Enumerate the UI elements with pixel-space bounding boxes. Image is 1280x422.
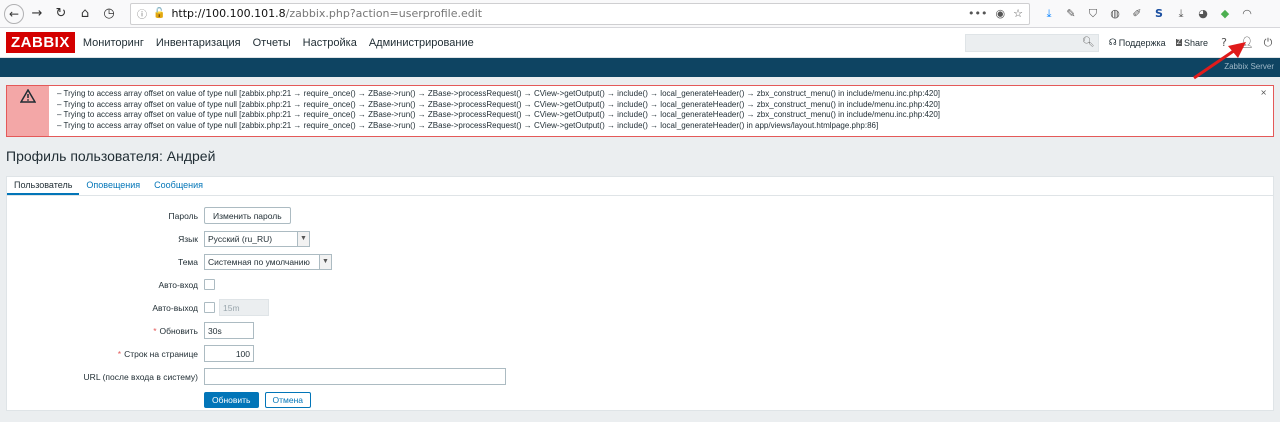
menu-administration[interactable]: Администрирование — [369, 37, 474, 49]
close-icon[interactable]: × — [1260, 88, 1267, 97]
search-input[interactable]: 🔍︎ — [964, 33, 1099, 52]
tools-icon[interactable]: ✎ — [1064, 7, 1078, 21]
required-mark: * — [153, 325, 157, 336]
refresh-label-text: Обновить — [159, 325, 199, 336]
refresh-row: * Обновить 30s — [7, 319, 1273, 342]
error-line: – Trying to access array offset on value… — [57, 89, 941, 98]
extension-s-icon[interactable]: S — [1152, 7, 1166, 21]
refresh-input[interactable]: 30s — [204, 322, 254, 339]
page-title: Профиль пользователя: Андрей — [6, 148, 216, 164]
language-row: Язык Русский (ru_RU) ▼ — [7, 227, 1273, 250]
tab-notifications[interactable]: Оповещения — [79, 177, 147, 195]
support-label: Поддержка — [1118, 37, 1166, 48]
save-icon[interactable]: ⤓ — [1174, 7, 1188, 21]
extension-green-icon[interactable]: ◆ — [1218, 7, 1232, 21]
form-buttons-row: Обновить Отмена — [7, 388, 1273, 411]
browser-toolbar: ← → ↻ ⌂ ◷ ⓘ 🔓 http://100.100.101.8 /zabb… — [0, 0, 1280, 28]
autologin-checkbox[interactable] — [204, 279, 215, 290]
language-select[interactable]: Русский (ru_RU) ▼ — [204, 230, 310, 247]
cancel-button[interactable]: Отмена — [264, 391, 311, 408]
menu-reports[interactable]: Отчеты — [253, 37, 291, 49]
page-actions-icon[interactable]: ••• — [968, 7, 987, 20]
change-password-button[interactable]: Изменить пароль — [204, 207, 291, 224]
back-icon[interactable]: ← — [4, 3, 24, 24]
forward-icon[interactable]: → — [26, 3, 48, 25]
logout-icon[interactable]: ⏻ — [1262, 36, 1274, 50]
update-button[interactable]: Обновить — [204, 391, 259, 408]
user-profile-form: Пользователь Оповещения Сообщения Пароль… — [6, 176, 1274, 411]
error-message: – Trying to access array offset on value… — [6, 85, 1274, 137]
menu-inventory[interactable]: Инвентаризация — [156, 37, 241, 49]
error-line: – Trying to access array offset on value… — [57, 120, 879, 130]
url-label: URL (после входа в систему) — [83, 371, 198, 382]
insecure-lock-icon[interactable]: 🔓 — [153, 8, 165, 19]
theme-label: Тема — [177, 256, 198, 267]
tab-user[interactable]: Пользователь — [7, 177, 80, 195]
language-label: Язык — [178, 233, 198, 244]
pen-icon[interactable]: ✐ — [1130, 7, 1144, 21]
reload-icon[interactable]: ↻ — [50, 3, 72, 25]
url-row: URL (после входа в систему) — [7, 365, 1273, 388]
support-link[interactable]: ☊ Поддержка — [1109, 37, 1166, 48]
share-z-icon: Z — [1175, 39, 1182, 46]
bookmark-star-icon[interactable]: ☆ — [1013, 7, 1023, 20]
autologout-label: Авто-выход — [152, 302, 198, 313]
headset-icon: ☊ — [1108, 37, 1117, 47]
theme-select[interactable]: Системная по умолчанию ▼ — [204, 253, 332, 270]
warning-icon — [7, 86, 49, 136]
autologin-row: Авто-вход — [7, 273, 1273, 296]
rows-per-page-input[interactable]: 100 — [204, 345, 254, 362]
rows-per-page-label: * Строк на странице — [7, 349, 204, 359]
info-icon[interactable]: ⓘ — [137, 6, 147, 21]
url-host: http://100.100.101.8 — [171, 7, 286, 20]
tab-list: Пользователь Оповещения Сообщения — [7, 177, 1273, 196]
menu-configuration[interactable]: Настройка — [303, 37, 357, 49]
rows-per-page-row: * Строк на странице 100 — [7, 342, 1273, 365]
error-line: – Trying to access array offset on value… — [57, 99, 941, 109]
required-mark: * — [117, 348, 122, 359]
autologout-row: Авто-выход 15m — [7, 296, 1273, 319]
password-row: Пароль Изменить пароль — [7, 204, 1273, 227]
theme-row: Тема Системная по умолчанию ▼ — [7, 250, 1273, 273]
zabbix-header: ZABBIX Мониторинг Инвентаризация Отчеты … — [0, 28, 1280, 58]
menu-monitoring[interactable]: Мониторинг — [83, 37, 144, 49]
language-value: Русский (ru_RU) — [208, 233, 273, 244]
refresh-label: * Обновить — [7, 326, 204, 336]
tab-messages[interactable]: Сообщения — [147, 177, 210, 195]
downloads-icon[interactable]: ⤓ — [1042, 7, 1056, 21]
chevron-down-icon[interactable]: ▼ — [319, 254, 331, 269]
error-line: – Trying to access array offset on value… — [57, 110, 941, 119]
home-icon[interactable]: ⌂ — [74, 3, 96, 25]
url-path: /zabbix.php?action=userprofile.edit — [285, 7, 483, 20]
autologout-input: 15m — [219, 299, 269, 316]
chevron-down-icon[interactable]: ▼ — [297, 231, 309, 246]
autologin-label: Авто-вход — [158, 279, 198, 290]
pocket-icon[interactable]: ◉ — [996, 7, 1006, 20]
extension-gray-icon[interactable]: ◠ — [1240, 7, 1254, 21]
main-menu: Мониторинг Инвентаризация Отчеты Настрой… — [83, 37, 474, 49]
password-label: Пароль — [168, 210, 199, 221]
zabbix-logo[interactable]: ZABBIX — [6, 32, 75, 53]
history-icon[interactable]: ◷ — [98, 3, 120, 25]
account-icon[interactable]: ◕ — [1196, 7, 1210, 21]
globe-icon[interactable]: ◍ — [1108, 7, 1122, 21]
theme-value: Системная по умолчанию — [208, 256, 310, 267]
shield-icon[interactable]: ⛉ — [1086, 7, 1100, 21]
url-input[interactable] — [204, 368, 506, 385]
rows-per-page-label-text: Строк на странице — [124, 348, 198, 359]
server-bar: Zabbix Server — [0, 58, 1280, 77]
autologout-checkbox[interactable] — [204, 302, 215, 313]
search-icon[interactable]: 🔍︎ — [1082, 37, 1095, 48]
url-bar[interactable]: ⓘ 🔓 http://100.100.101.8 /zabbix.php?act… — [130, 2, 1030, 25]
red-arrow-annotation — [1193, 42, 1246, 80]
